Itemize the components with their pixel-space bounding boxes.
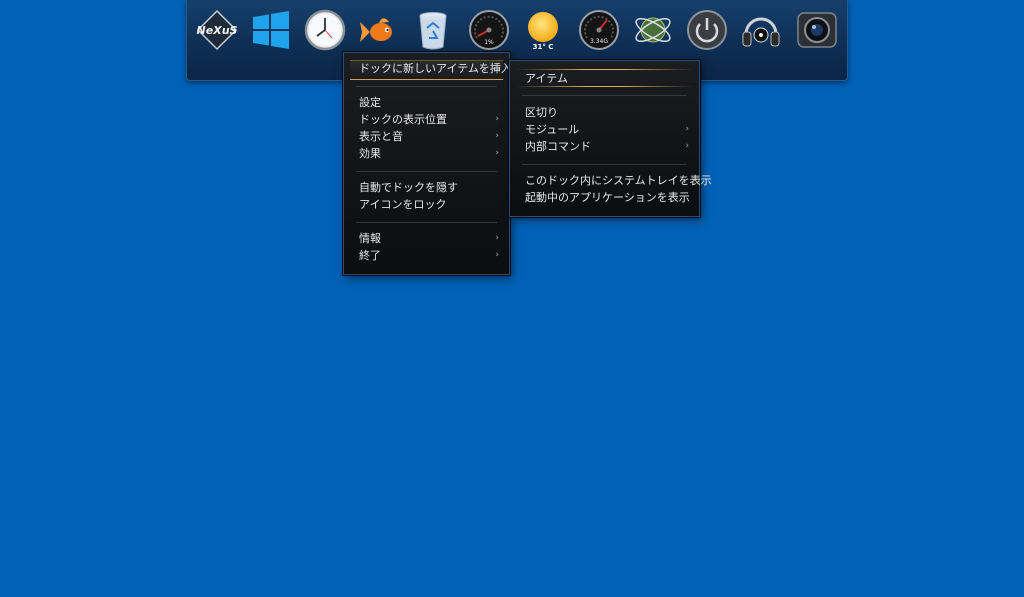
clock-icon[interactable] — [303, 8, 347, 52]
chevron-right-icon: › — [685, 124, 689, 134]
menu-item-label: 効果 — [359, 147, 381, 160]
insert-item-submenu: アイテム 区切り モジュール › 内部コマンド › このドック内にシステムトレイ… — [509, 60, 712, 217]
menu-item-info[interactable]: 情報 › — [344, 230, 509, 247]
submenu-item-internal-command[interactable]: 内部コマンド › — [510, 138, 699, 155]
menu-item-label: 内部コマンド — [525, 140, 591, 153]
menu-item-auto-hide-dock[interactable]: 自動でドックを隠す — [344, 179, 509, 196]
windows-logo-icon[interactable] — [249, 8, 293, 52]
chevron-right-icon: › — [495, 63, 499, 73]
menu-item-label: アイコンをロック — [359, 198, 447, 211]
cpu-gauge-readout: 1% — [484, 39, 494, 46]
dock-context-menu: ドックに新しいアイテムを挿入 › 設定 ドックの表示位置 › 表示と音 › 効果… — [343, 52, 512, 275]
camera-icon[interactable] — [795, 8, 839, 52]
menu-item-label: 起動中のアプリケーションを表示 — [525, 191, 690, 204]
menu-item-label: このドック内にシステムトレイを表示 — [525, 174, 712, 187]
chevron-right-icon: › — [495, 131, 499, 141]
atom-globe-icon[interactable] — [631, 8, 675, 52]
menu-separator — [356, 222, 497, 223]
weather-temperature: 31° C — [533, 43, 554, 51]
menu-item-label: モジュール — [525, 123, 580, 136]
menu-item-label: アイテム — [525, 72, 568, 85]
power-icon[interactable] — [685, 8, 729, 52]
menu-item-label: ドックの表示位置 — [359, 113, 447, 126]
menu-item-display-and-sound[interactable]: 表示と音 › — [344, 128, 509, 145]
menu-item-insert-new-item[interactable]: ドックに新しいアイテムを挿入 › — [344, 60, 512, 77]
chevron-right-icon: › — [495, 250, 499, 260]
submenu-item-item[interactable]: アイテム — [510, 70, 699, 87]
memory-gauge-readout: 3.34G — [590, 38, 608, 45]
weather-sun-icon[interactable]: 31° C — [521, 8, 565, 52]
menu-separator — [522, 164, 687, 165]
menu-accent-line — [516, 86, 693, 87]
goldfish-icon[interactable] — [357, 8, 401, 52]
nexus-logo-icon[interactable]: NeXuS — [195, 8, 239, 52]
chevron-right-icon: › — [495, 233, 499, 243]
menu-item-effects[interactable]: 効果 › — [344, 145, 509, 162]
menu-item-label: 表示と音 — [359, 130, 403, 143]
cpu-gauge-icon[interactable]: 1% — [467, 8, 511, 52]
menu-item-label: 区切り — [525, 106, 558, 119]
menu-item-lock-icons[interactable]: アイコンをロック — [344, 196, 509, 213]
menu-item-label: 設定 — [359, 96, 381, 109]
recycle-bin-icon[interactable] — [411, 8, 455, 52]
menu-item-label: 自動でドックを隠す — [359, 181, 458, 194]
menu-separator — [356, 171, 497, 172]
chevron-right-icon: › — [495, 148, 499, 158]
menu-item-label: 終了 — [359, 249, 381, 262]
menu-separator — [522, 95, 687, 96]
submenu-item-module[interactable]: モジュール › — [510, 121, 699, 138]
menu-item-dock-position[interactable]: ドックの表示位置 › — [344, 111, 509, 128]
headphones-icon[interactable] — [739, 8, 783, 52]
submenu-item-show-running-apps[interactable]: 起動中のアプリケーションを表示 — [510, 189, 699, 206]
submenu-item-separator[interactable]: 区切り — [510, 104, 699, 121]
menu-item-label: ドックに新しいアイテムを挿入 — [359, 62, 512, 75]
chevron-right-icon: › — [685, 141, 689, 151]
menu-item-exit[interactable]: 終了 › — [344, 247, 509, 264]
menu-separator — [356, 86, 497, 87]
submenu-item-show-system-tray[interactable]: このドック内にシステムトレイを表示 — [510, 172, 712, 189]
chevron-right-icon: › — [495, 114, 499, 124]
nexus-logo-text: NeXuS — [197, 24, 238, 37]
memory-gauge-icon[interactable]: 3.34G — [577, 8, 621, 52]
menu-item-label: 情報 — [359, 232, 381, 245]
menu-item-settings[interactable]: 設定 — [344, 94, 509, 111]
